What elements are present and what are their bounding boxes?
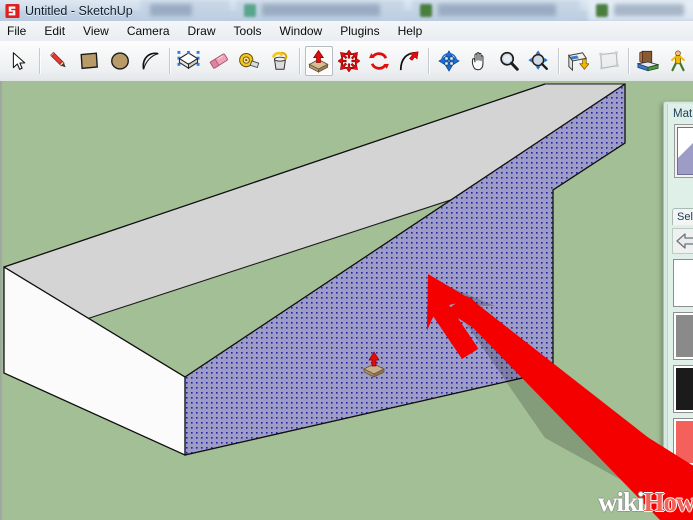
zoom-tool[interactable]: [495, 46, 523, 76]
background-tab-4-icon: [596, 4, 608, 17]
material-preview-swatch[interactable]: [674, 124, 693, 178]
menu-item-draw[interactable]: Draw: [179, 21, 225, 41]
menu-item-plugins[interactable]: Plugins: [331, 21, 388, 41]
rotate-arrows-icon: [368, 50, 390, 72]
tape-measure-tool[interactable]: [235, 46, 263, 76]
arc-icon: [139, 50, 161, 72]
rectangle-tool[interactable]: [75, 46, 103, 76]
menu-bar: File Edit View Camera Draw Tools Window Plugins…: [0, 21, 693, 42]
section-plane-add-icon: [567, 50, 590, 72]
follow-me-tool[interactable]: [395, 46, 423, 76]
paint-bucket-tool[interactable]: [265, 46, 293, 76]
back-button[interactable]: [672, 228, 693, 254]
window-title: Untitled - SketchUp: [25, 4, 133, 18]
materials-panel-body: Mat Sel: [667, 104, 693, 472]
person-figure-icon: [667, 50, 689, 72]
swatch-red-fill: [676, 421, 693, 463]
menu-item-edit[interactable]: Edit: [35, 21, 74, 41]
background-tab-3-icon: [420, 4, 432, 17]
rectangle-icon: [78, 50, 100, 72]
warehouse-tool[interactable]: [634, 46, 662, 76]
paint-bucket-icon: [269, 50, 291, 72]
toolbar-separator: [39, 48, 41, 74]
arc-tool[interactable]: [136, 46, 164, 76]
pan-tool[interactable]: [465, 46, 493, 76]
eraser-icon: [208, 50, 230, 72]
push-pull-cursor: [362, 351, 386, 378]
magnifier-zoom-icon: [498, 50, 520, 72]
background-tab-2-icon: [244, 4, 256, 17]
watermark-how: How: [643, 487, 693, 517]
toolbar-separator: [627, 48, 629, 74]
make-component-icon: [177, 50, 200, 73]
swatch-white[interactable]: [673, 259, 693, 307]
background-tab-2-text: [262, 4, 380, 16]
materials-tab-row: Sel: [672, 208, 693, 226]
toolbar-separator: [558, 48, 560, 74]
wikihow-watermark: wikiHow: [598, 487, 693, 517]
swatch-white-fill: [676, 262, 693, 304]
toolbar-separator: [428, 48, 430, 74]
eraser-tool[interactable]: [205, 46, 233, 76]
menu-item-window[interactable]: Window: [271, 21, 332, 41]
swatch-grey-fill: [676, 315, 693, 357]
section-plane-tool[interactable]: [564, 46, 592, 76]
select-tool[interactable]: [6, 46, 34, 76]
hand-pan-icon: [468, 50, 490, 72]
tab-select[interactable]: Sel: [672, 208, 693, 225]
menu-item-camera[interactable]: Camera: [118, 21, 179, 41]
section-plane-display-icon: [598, 50, 620, 72]
move-arrows-icon: [337, 50, 360, 72]
rotate-tool[interactable]: [365, 46, 393, 76]
3d-box-model[interactable]: [0, 81, 693, 520]
menu-item-view[interactable]: View: [74, 21, 118, 41]
toolbar-separator: [168, 48, 170, 74]
background-tab-3-text: [438, 4, 556, 16]
menu-item-file[interactable]: File: [0, 21, 35, 41]
modeling-viewport[interactable]: [0, 81, 693, 520]
display-section-tool: [594, 46, 622, 76]
back-arrow-icon: [676, 233, 693, 249]
follow-me-icon: [398, 50, 420, 72]
background-tab-1-text: [150, 4, 192, 16]
zoom-extents-icon: [528, 50, 550, 72]
circle-icon: [109, 50, 131, 72]
push-pull-tool[interactable]: [304, 46, 333, 76]
zoom-extents-tool[interactable]: [525, 46, 553, 76]
materials-panel[interactable]: Mat Sel: [663, 101, 693, 476]
swatch-black-fill: [676, 368, 693, 410]
circle-tool[interactable]: [105, 46, 133, 76]
3d-warehouse-icon: [636, 50, 659, 72]
sketchup-window: Untitled - SketchUp File Edit View Camera Dr…: [0, 0, 693, 520]
move-tool[interactable]: [335, 46, 363, 76]
swatch-black[interactable]: [673, 365, 693, 413]
swatch-grey[interactable]: [673, 312, 693, 360]
sketchup-logo-icon: [5, 3, 20, 19]
pencil-icon: [48, 50, 70, 72]
line-tool[interactable]: [45, 46, 73, 76]
materials-panel-title: Mat: [673, 108, 693, 120]
orbit-icon: [437, 50, 460, 72]
material-preview-fill: [677, 127, 693, 175]
main-toolbar: [0, 41, 693, 82]
position-camera-tool[interactable]: [664, 46, 692, 76]
material-swatch-list[interactable]: [673, 259, 693, 471]
menu-item-tools[interactable]: Tools: [225, 21, 271, 41]
swatch-red[interactable]: [673, 418, 693, 466]
background-tab-4-text: [614, 4, 684, 16]
make-component-tool[interactable]: [175, 46, 203, 76]
title-bar: Untitled - SketchUp: [0, 0, 693, 21]
tape-measure-icon: [238, 50, 260, 72]
toolbar-separator: [298, 48, 300, 74]
push-pull-icon: [307, 49, 330, 73]
watermark-wiki: wiki: [598, 487, 645, 517]
cursor-arrow-icon: [9, 51, 30, 72]
menu-item-help[interactable]: Help: [389, 21, 432, 41]
orbit-tool[interactable]: [434, 46, 462, 76]
